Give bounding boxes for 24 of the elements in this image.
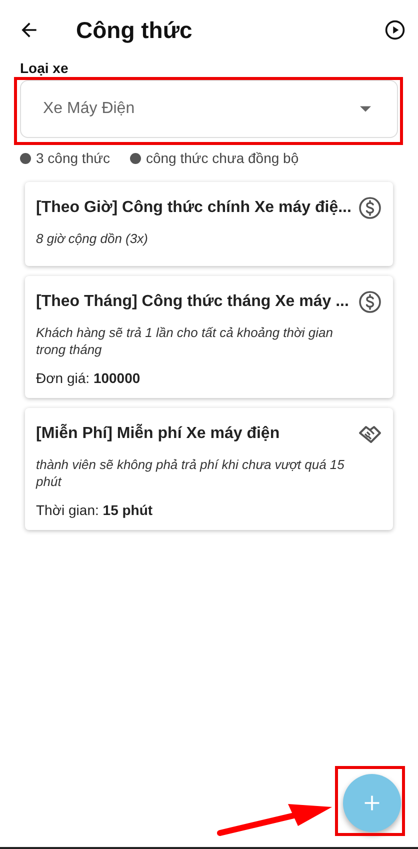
highlight-frame: [335, 766, 405, 836]
formula-card[interactable]: [Theo Tháng] Công thức tháng Xe máy ... Khách hàng sẽ trả 1 lần cho tất cả khoảng thời gian trong tháng Đơn giá: 100000: [25, 276, 393, 398]
formula-title: [Miễn Phí] Miễn phí Xe máy điện: [36, 425, 280, 443]
formula-title: [Theo Giờ] Công thức chính Xe máy điệ...: [36, 199, 352, 217]
formula-card[interactable]: [Theo Giờ] Công thức chính Xe máy điệ... 8 giờ cộng dồn (3x): [25, 182, 393, 266]
formula-title: [Theo Tháng] Công thức tháng Xe máy ...: [36, 293, 349, 311]
legend-dot-icon: [20, 152, 31, 164]
formula-description: 8 giờ cộng dồn (3x): [36, 230, 149, 247]
play-icon[interactable]: [384, 19, 406, 41]
field-label: Loại xe: [20, 60, 70, 76]
formula-description: thành viên sẽ không phả trả phí khi chưa vượt quá 15 phút: [36, 456, 346, 490]
formula-card[interactable]: [Miễn Phí] Miễn phí Xe máy điện thành viên sẽ không phả trả phí khi chưa vượt quá 15 phút Thời gian: 15 phút: [25, 408, 393, 530]
formula-detail: Đơn giá: 100000: [36, 370, 142, 386]
dollar-icon: [358, 290, 382, 314]
vehicle-type-dropdown[interactable]: Xe Máy Điện: [20, 80, 398, 138]
formula-description: Khách hàng sẽ trả 1 lần cho tất cả khoảng thời gian trong tháng: [36, 324, 334, 358]
plus-icon: [363, 794, 381, 812]
dropdown-caret-icon: [360, 106, 371, 112]
dollar-icon: [358, 196, 382, 220]
legend-text: 3 công thức: [36, 150, 110, 166]
page-title: Công thức: [76, 16, 194, 44]
legend-text: công thức chưa đồng bộ: [146, 150, 299, 166]
formula-detail: Thời gian: 15 phút: [36, 502, 154, 518]
legend-dot-icon: [130, 152, 141, 164]
